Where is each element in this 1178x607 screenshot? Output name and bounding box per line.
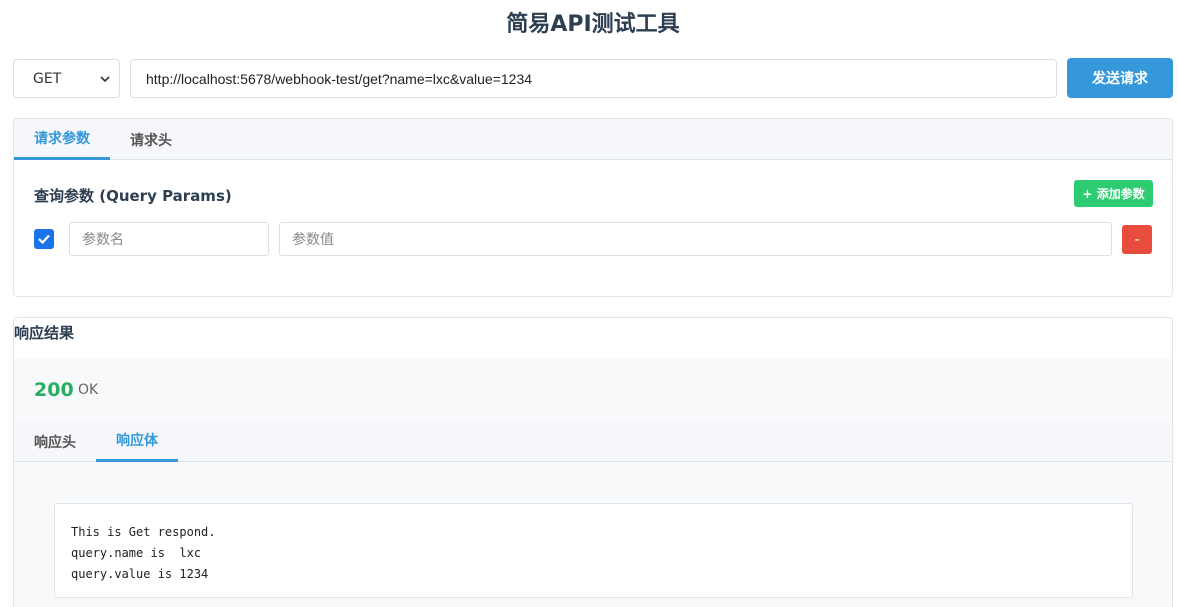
response-body: This is Get respond. query.name is lxc q… <box>54 503 1133 598</box>
response-tab-bar: 响应头 响应体 <box>14 421 1172 462</box>
request-tab-bar: 请求参数 请求头 <box>14 119 1172 160</box>
param-name-input[interactable]: 参数名 <box>69 222 269 256</box>
url-input[interactable]: http://localhost:5678/webhook-test/get?n… <box>130 59 1057 98</box>
response-body-line: query.value is 1234 <box>71 567 209 581</box>
check-icon <box>38 234 50 245</box>
tab-response-body[interactable]: 响应体 <box>96 421 178 462</box>
url-value: http://localhost:5678/webhook-test/get?n… <box>146 70 533 87</box>
status-code: 200 <box>34 379 74 401</box>
response-body-line: query.name is lxc <box>71 546 202 560</box>
method-select[interactable]: GET <box>13 59 120 98</box>
request-panel: 请求参数 请求头 查询参数 (Query Params) + 添加参数 参数名 … <box>13 118 1173 297</box>
tab-response-headers[interactable]: 响应头 <box>14 421 96 462</box>
response-title: 响应结果 <box>14 324 75 342</box>
response-body-line: This is Get respond. <box>71 525 216 539</box>
tab-request-params[interactable]: 请求参数 <box>14 119 110 160</box>
status-text: OK <box>78 382 99 398</box>
send-request-button[interactable]: 发送请求 <box>1067 58 1173 98</box>
param-value-input[interactable]: 参数值 <box>279 222 1112 256</box>
remove-param-button[interactable]: - <box>1122 225 1152 254</box>
param-enabled-checkbox[interactable] <box>34 229 54 249</box>
tab-request-headers[interactable]: 请求头 <box>110 119 192 160</box>
response-header: 响应结果 <box>14 318 1172 359</box>
query-params-title: 查询参数 (Query Params) <box>34 187 232 205</box>
page-title: 简易API测试工具 <box>506 12 680 37</box>
chevron-down-icon <box>100 76 110 83</box>
response-panel: 响应结果 200 OK 响应头 响应体 This is Get respond.… <box>13 317 1173 607</box>
method-value: GET <box>33 70 62 87</box>
add-param-button[interactable]: + 添加参数 <box>1074 180 1153 207</box>
